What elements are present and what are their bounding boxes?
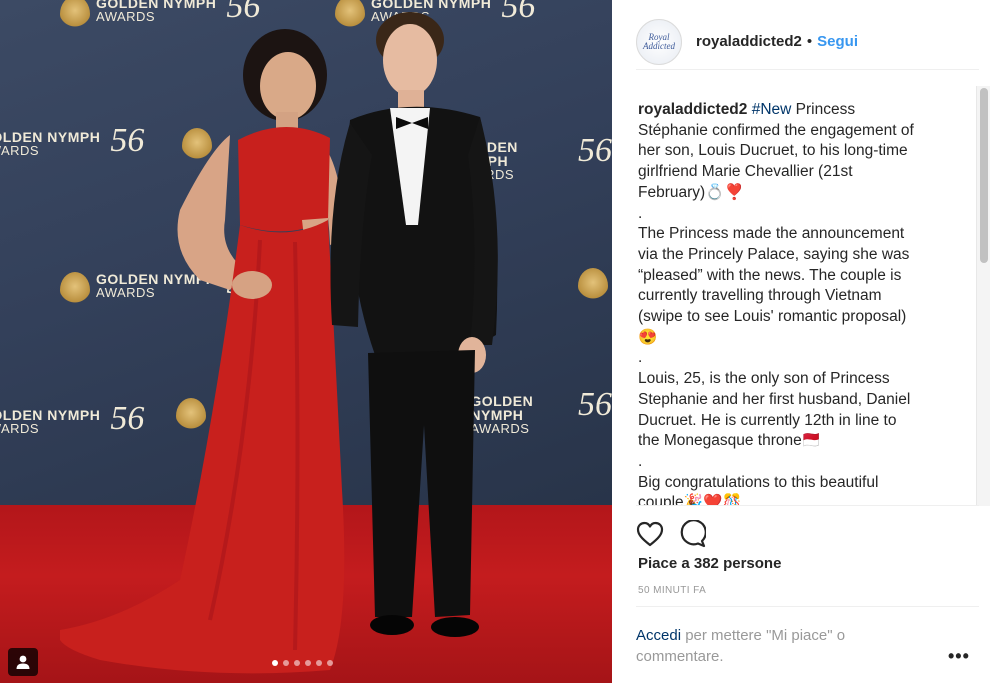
user-tag-button[interactable]	[8, 648, 38, 676]
caption-area: royaladdicted2 #New Princess Stéphanie c…	[638, 100, 968, 505]
backdrop-logo	[578, 268, 608, 304]
post-actions	[636, 505, 979, 555]
likes-count[interactable]: Piace a 382 persone	[638, 555, 781, 572]
heart-icon[interactable]	[636, 521, 664, 547]
user-tag-icon	[16, 655, 30, 669]
carousel-dot[interactable]	[316, 660, 322, 666]
carousel-dot[interactable]	[305, 660, 311, 666]
caption-scrollbar[interactable]	[976, 86, 990, 506]
carousel-dot[interactable]	[272, 660, 278, 666]
carousel-dot[interactable]	[283, 660, 289, 666]
hashtag-link[interactable]: #New	[752, 101, 792, 118]
woman-in-red-gown	[60, 29, 345, 674]
scrollbar-thumb[interactable]	[980, 88, 988, 263]
post-timestamp: 50 MINUTI FA	[638, 585, 707, 596]
separator-dot: •	[806, 33, 813, 50]
carousel-indicator	[272, 660, 333, 666]
man-in-tuxedo	[330, 12, 498, 637]
username-link[interactable]: royaladdicted2	[696, 33, 802, 50]
post-header: Royal Addicted royaladdicted2 • Segui	[636, 14, 979, 70]
carousel-dot[interactable]	[294, 660, 300, 666]
follow-button[interactable]: Segui	[817, 33, 858, 50]
caption-author-link[interactable]: royaladdicted2	[638, 101, 747, 118]
caption-text: royaladdicted2 #New Princess Stéphanie c…	[638, 100, 968, 505]
carousel-dot[interactable]	[327, 660, 333, 666]
caption-body: Princess Stéphanie confirmed the engagem…	[638, 101, 914, 505]
more-options-icon[interactable]: •••	[948, 646, 970, 667]
post-photo[interactable]: GOLDEN NYMPHAWARDS 56 GOLDEN NYMPHAWARDS…	[0, 0, 612, 683]
login-link[interactable]: Accedi	[636, 627, 681, 644]
avatar[interactable]: Royal Addicted	[636, 18, 682, 65]
post-side-panel: Royal Addicted royaladdicted2 • Segui ro…	[612, 0, 993, 683]
comment-login-prompt: Accedi per mettere "Mi piace" o commenta…	[636, 606, 979, 678]
comment-icon[interactable]	[678, 519, 706, 548]
